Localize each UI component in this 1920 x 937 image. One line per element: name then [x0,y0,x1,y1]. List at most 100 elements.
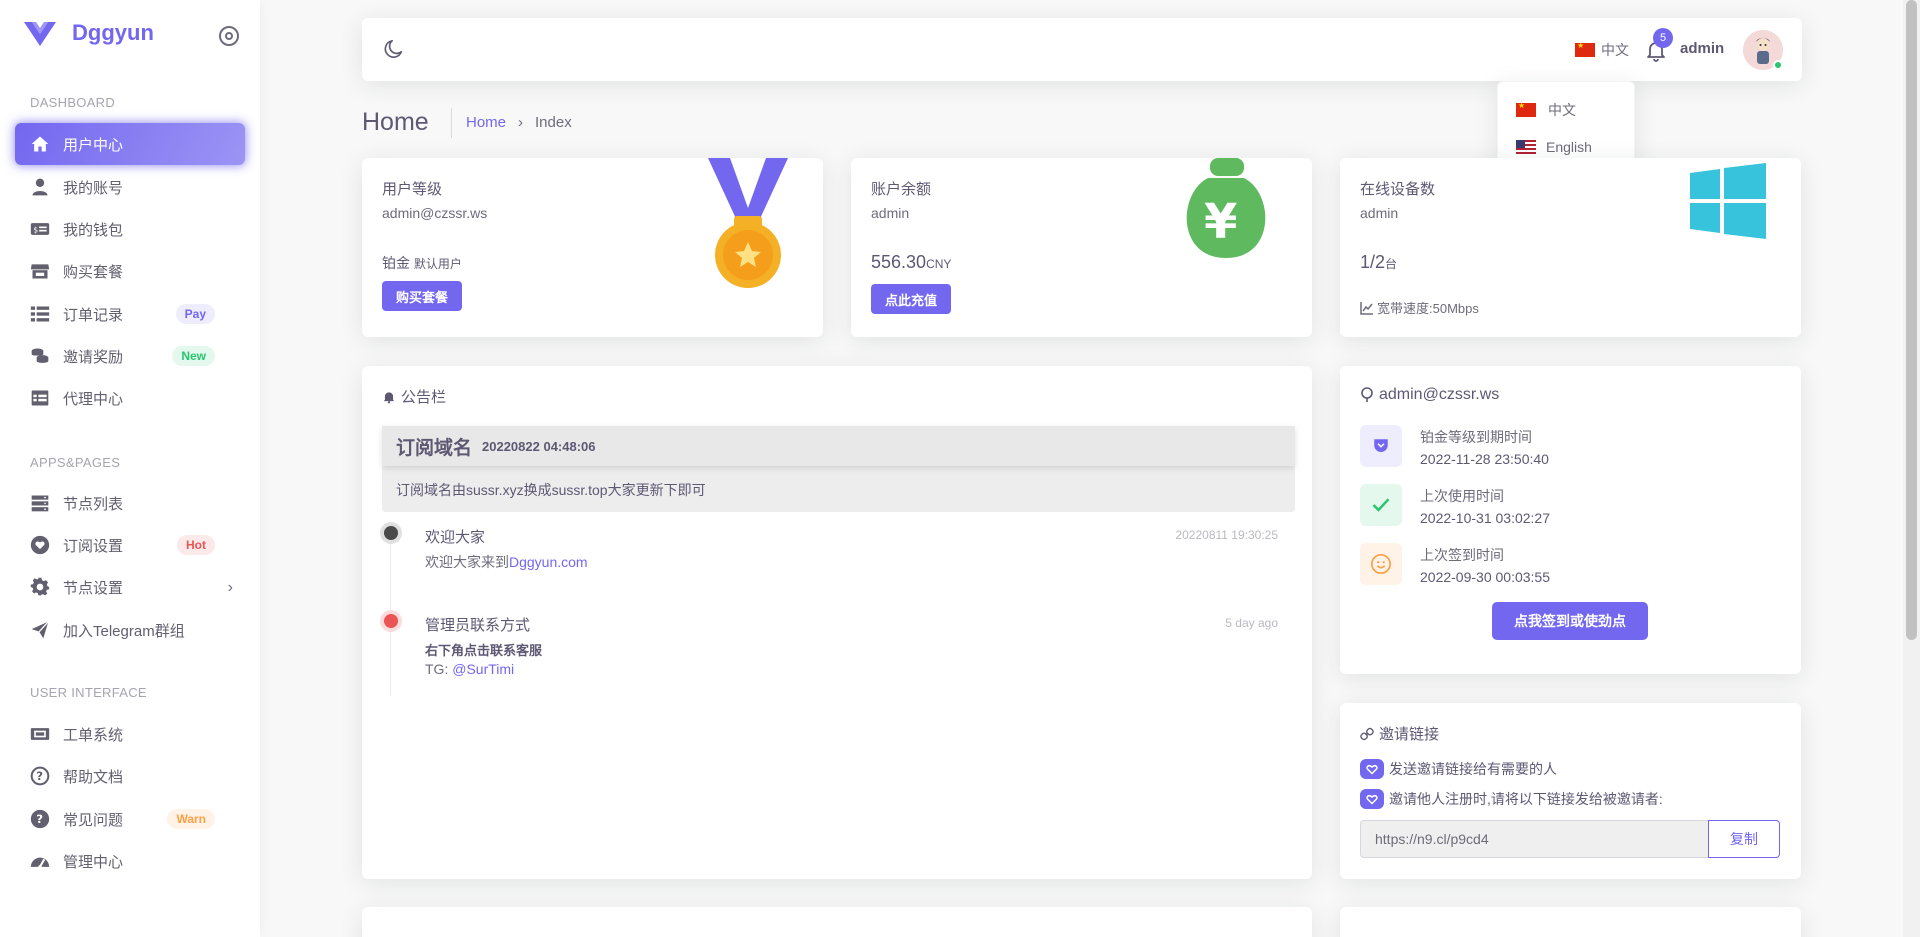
sidebar-item-label: 订单记录 [63,306,124,324]
bell-icon [382,390,396,404]
balance-user: admin [871,205,910,221]
brand[interactable]: Dggyun [22,18,154,48]
moon-icon[interactable] [383,38,405,60]
chart-line-icon [1360,301,1373,315]
sidebar-item-label: 代理中心 [63,390,124,408]
sidebar-item-label: 邀请奖励 [63,348,124,366]
sidebar-item-label: 我的账号 [63,179,124,197]
sidebar-item-orders[interactable]: 订单记录 Pay [15,293,245,335]
sidebar-item-node-list[interactable]: 节点列表 [15,482,245,524]
checkin-button[interactable]: 点我签到或使劲点 [1492,602,1648,640]
copy-button[interactable]: 复制 [1708,820,1780,858]
sidebar-item-agent-center[interactable]: 代理中心 [15,377,245,419]
user-group: 默认用户 [413,257,462,271]
timeline-text-prefix: 欢迎大家来到 [425,554,509,570]
language-option-label: 中文 [1548,102,1576,118]
balance-value: 556.30 [871,252,927,272]
table-icon [29,388,51,408]
wallet-icon: $ [29,219,51,239]
ticket-icon [29,724,51,744]
invite-title: 邀请链接 [1379,726,1440,743]
info-row-last-used: 上次使用时间 2022-10-31 03:02:27 [1360,484,1550,526]
balance-amount: 556.30CNY [871,252,951,273]
send-icon [29,620,51,640]
sidebar-item-faq[interactable]: ? 常见问题 Warn [15,798,245,840]
top-navbar: 中文 5 admin [362,18,1802,81]
timeline-item-text: TG: @SurTimi [425,661,514,677]
subscription-card-partial [362,907,1312,937]
timeline-item-bold: 右下角点击联系客服 [425,643,543,658]
breadcrumb-home-link[interactable]: Home [466,114,506,131]
language-option-label: English [1546,139,1592,155]
invite-line-1: 发送邀请链接给有需要的人 [1360,759,1557,779]
info-value: 2022-09-30 00:03:55 [1420,569,1550,585]
telegram-link[interactable]: @SurTimi [452,661,514,677]
heart-icon [29,535,51,555]
timeline-dot [384,526,398,540]
language-toggle[interactable]: 中文 [1575,40,1629,60]
section-apps-pages: APPS&PAGES [30,455,121,470]
info-label: 铂金等级到期时间 [1420,429,1532,445]
sidebar-item-my-wallet[interactable]: $ 我的钱包 [15,208,245,250]
balance-label: 账户余额 [871,181,932,198]
user-name[interactable]: admin [1680,40,1724,57]
language-option-english[interactable]: English [1516,139,1592,155]
svg-text:¥: ¥ [1204,194,1237,250]
brand-name: Dggyun [72,20,154,45]
dggyun-link[interactable]: Dggyun.com [509,554,588,570]
online-status-dot [1773,60,1783,70]
timeline-item-time: 5 day ago [1225,616,1278,630]
section-dashboard: DASHBOARD [30,95,116,110]
sidebar-item-ticket-system[interactable]: 工单系统 [15,713,245,755]
user-level-value: 铂金 默认用户 [382,253,462,273]
bandwidth-info: 宽带速度:50Mbps [1360,298,1479,317]
section-user-interface: USER INTERFACE [30,685,147,700]
pocket-icon [1360,425,1402,467]
breadcrumb: Home › Index [466,114,572,131]
language-option-chinese[interactable]: 中文 [1516,100,1576,120]
list-icon [29,304,51,324]
notification-count-badge: 5 [1653,28,1673,48]
gear-icon [29,577,51,597]
svg-text:?: ? [36,769,43,783]
sidebar-item-buy-plan[interactable]: 购买套餐 [15,250,245,292]
server-icon [29,493,51,513]
balance-card: 账户余额 admin 556.30CNY 点此充值 ¥ [851,158,1312,337]
info-label: 上次签到时间 [1420,547,1504,563]
sidebar-item-invite-reward[interactable]: 邀请奖励 New [15,335,245,377]
info-value: 2022-11-28 23:50:40 [1420,451,1549,467]
gauge-icon [29,851,51,871]
heart-icon [1360,789,1384,809]
sidebar-item-label: 管理中心 [63,853,124,871]
breadcrumb-current: Index [535,114,572,131]
scrollbar-thumb[interactable] [1906,0,1917,640]
devices-value: 1/2 [1360,252,1386,272]
collapse-sidebar-icon[interactable] [219,26,239,46]
pinned-notice-body: 订阅域名由sussr.xyz换成sussr.top大家更新下即可 [396,482,706,498]
heart-icon [1360,759,1384,779]
info-row-level-expiry: 铂金等级到期时间 2022-11-28 23:50:40 [1360,425,1549,467]
sidebar-item-subscription-settings[interactable]: 订阅设置 Hot [15,524,245,566]
language-label: 中文 [1601,42,1629,58]
sidebar-item-node-settings[interactable]: 节点设置 › [15,566,245,608]
timeline-item-text: 欢迎大家来到Dggyun.com [425,552,588,572]
sidebar-item-telegram-group[interactable]: 加入Telegram群组 [15,609,245,651]
sidebar-item-admin-center[interactable]: 管理中心 [15,840,245,882]
invite-link-input[interactable] [1360,820,1708,858]
china-flag-icon [1575,41,1595,57]
sidebar-item-label: 工单系统 [63,726,124,744]
traffic-card-partial [1340,907,1801,937]
sidebar-item-user-center[interactable]: 用户中心 [15,123,245,165]
sidebar-item-label: 订阅设置 [63,537,124,555]
timeline-item-title: 欢迎大家 [425,529,486,546]
devices-user: admin [1360,205,1399,221]
sidebar-item-help-docs[interactable]: ? 帮助文档 [15,755,245,797]
devices-label: 在线设备数 [1360,181,1436,198]
map-pin-icon [1360,387,1374,403]
store-icon [29,261,51,281]
sidebar-item-my-account[interactable]: 我的账号 [15,166,245,208]
avatar[interactable] [1743,30,1783,70]
buy-plan-button[interactable]: 购买套餐 [382,281,463,311]
recharge-button[interactable]: 点此充值 [871,284,952,314]
us-flag-icon [1516,140,1536,154]
